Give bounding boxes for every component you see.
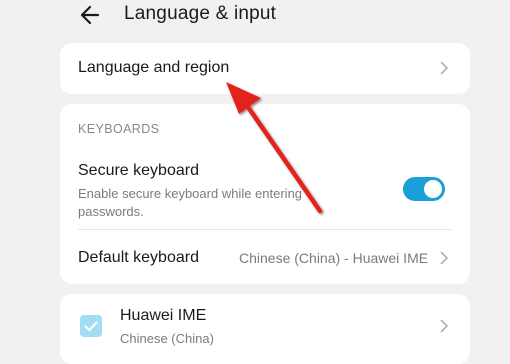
language-region-row[interactable]: Language and region (60, 43, 470, 94)
secure-keyboard-toggle[interactable] (403, 177, 445, 201)
keyboards-card: KEYBOARDS Secure keyboard Enable secure … (60, 104, 470, 284)
check-icon (84, 321, 98, 332)
ime-checkbox[interactable] (80, 315, 102, 337)
keyboards-section-header: KEYBOARDS (78, 122, 160, 136)
secure-keyboard-title: Secure keyboard (78, 162, 199, 179)
back-arrow-icon[interactable] (76, 0, 108, 32)
ime-subtitle: Chinese (China) (120, 331, 214, 346)
ime-title: Huawei IME (120, 307, 207, 324)
secure-keyboard-description-line1: Enable secure keyboard while entering (78, 186, 303, 201)
divider (78, 229, 452, 230)
top-app-bar: Language & input (0, 0, 510, 40)
chevron-right-icon (440, 61, 448, 75)
language-region-label: Language and region (78, 59, 230, 76)
default-keyboard-value: Chinese (China) - Huawei IME (239, 250, 429, 266)
chevron-right-icon (440, 319, 448, 333)
toggle-knob (424, 180, 442, 198)
chevron-right-icon (440, 251, 448, 265)
page-title: Language & input (124, 3, 277, 24)
default-keyboard-title: Default keyboard (78, 249, 199, 266)
secure-keyboard-description-line2: passwords. (78, 204, 144, 219)
huawei-ime-row[interactable]: Huawei IME Chinese (China) (60, 294, 470, 364)
